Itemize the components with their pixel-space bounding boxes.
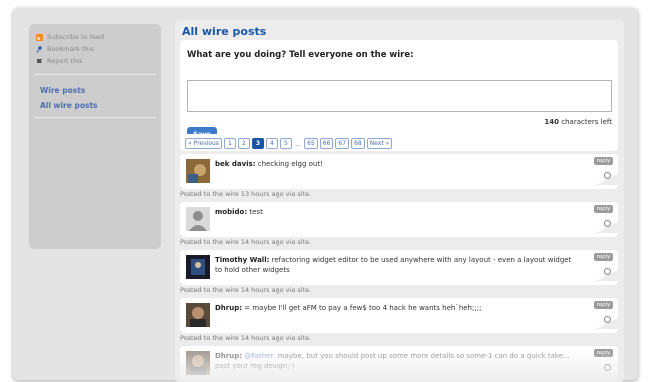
next-page-link[interactable]: Next » [366,138,393,149]
reply-button[interactable]: reply [594,253,613,261]
sidebar-nav: Wire posts All wire posts [40,86,98,116]
post-author[interactable]: bek davis: [215,160,256,168]
reply-button[interactable]: reply [594,349,613,357]
sidebar-item-all-wire-posts[interactable]: All wire posts [40,101,98,116]
page-link[interactable]: 5 [279,138,292,149]
avatar[interactable] [186,255,210,279]
post-body: mobido: test [215,207,573,217]
page-link[interactable]: 65 [304,138,318,149]
avatar[interactable] [186,351,210,375]
post-author[interactable]: Dhrup: [215,304,242,312]
sidebar: Subscribe to feed Bookmark this Report t… [29,24,161,249]
page-link[interactable]: 1 [223,138,236,149]
post-body: Dhrup: @Father: maybe, but you should po… [215,351,573,371]
delete-icon[interactable] [604,364,611,371]
page-link[interactable]: 4 [265,138,278,149]
delete-icon[interactable] [604,220,611,227]
page-title: All wire posts [182,25,267,38]
wire-post-input[interactable] [187,80,612,112]
post-mention[interactable]: @Father: [244,352,275,360]
wire-post: Dhrup: = maybe I'll get aFM to pay a few… [180,298,618,333]
sidebar-divider [34,74,156,75]
post-body: bek davis: checking elgg out! [215,159,573,169]
sidebar-actions: Subscribe to feed Bookmark this Report t… [36,31,104,67]
page-link[interactable]: 66 [319,138,334,149]
pagination: « Previous 1 2 3 4 5 ... 65 66 67 68 Nex… [185,138,394,149]
post-body: Dhrup: = maybe I'll get aFM to pay a few… [215,303,573,313]
post-body: Timothy Wall: refactoring widget editor … [215,255,573,275]
sidebar-item-wire-posts[interactable]: Wire posts [40,86,98,101]
bookmark-label: Bookmark this [47,45,94,53]
post-author[interactable]: Dhrup: [215,352,242,360]
main-content: All wire posts What are you doing? Tell … [175,20,624,382]
reply-button[interactable]: reply [594,301,613,309]
post-author[interactable]: Timothy Wall: [215,256,269,264]
report-label: Report this [47,57,83,65]
pagination-ellipsis: ... [294,139,302,148]
post-meta: Posted to the wire 14 hours ago via site… [180,334,312,342]
post-meta: Posted to the wire 14 hours ago via site… [180,238,312,246]
delete-icon[interactable] [604,268,611,275]
reply-button[interactable]: reply [594,157,613,165]
post-text: = maybe I'll get aFM to pay a few$ too 4… [242,304,482,312]
sidebar-divider [34,117,156,118]
bookmark-link[interactable]: Bookmark this [36,43,104,55]
post-meta: Posted to the wire 14 hours ago via site… [180,286,312,294]
page-link[interactable]: 67 [335,138,350,149]
report-icon [36,58,43,65]
current-page: 3 [251,138,264,149]
post-text: refactoring widget editor to be used any… [215,256,572,274]
wire-post: bek davis: checking elgg out! reply [180,154,618,189]
avatar[interactable] [186,207,210,231]
rss-icon [36,33,43,41]
char-counter-suffix: characters left [559,118,612,126]
bookmark-pin-icon [36,45,43,53]
page-link[interactable]: 2 [237,138,250,149]
pagination-bar: « Previous 1 2 3 4 5 ... 65 66 67 68 Nex… [180,134,618,151]
avatar[interactable] [186,159,210,183]
char-counter: 140 characters left [544,118,612,126]
delete-icon[interactable] [604,316,611,323]
page-link[interactable]: 68 [351,138,365,149]
previous-page-link[interactable]: « Previous [185,138,222,149]
subscribe-feed-label: Subscribe to feed [47,33,105,41]
wire-post: Dhrup: @Father: maybe, but you should po… [180,346,618,381]
post-author[interactable]: mobido: [215,208,247,216]
wire-post: Timothy Wall: refactoring widget editor … [180,250,618,285]
reply-button[interactable]: reply [594,205,613,213]
post-text: test [247,208,263,216]
avatar[interactable] [186,303,210,327]
compose-prompt: What are you doing? Tell everyone on the… [187,50,414,60]
wire-post: mobido: test reply [180,202,618,237]
post-text: checking elgg out! [255,160,323,168]
char-count: 140 [544,118,560,126]
post-meta: Posted to the wire 13 hours ago via site… [180,190,312,198]
report-link[interactable]: Report this [36,55,104,67]
delete-icon[interactable] [604,172,611,179]
wire-compose-box: What are you doing? Tell everyone on the… [180,40,618,147]
subscribe-feed-link[interactable]: Subscribe to feed [36,31,104,43]
